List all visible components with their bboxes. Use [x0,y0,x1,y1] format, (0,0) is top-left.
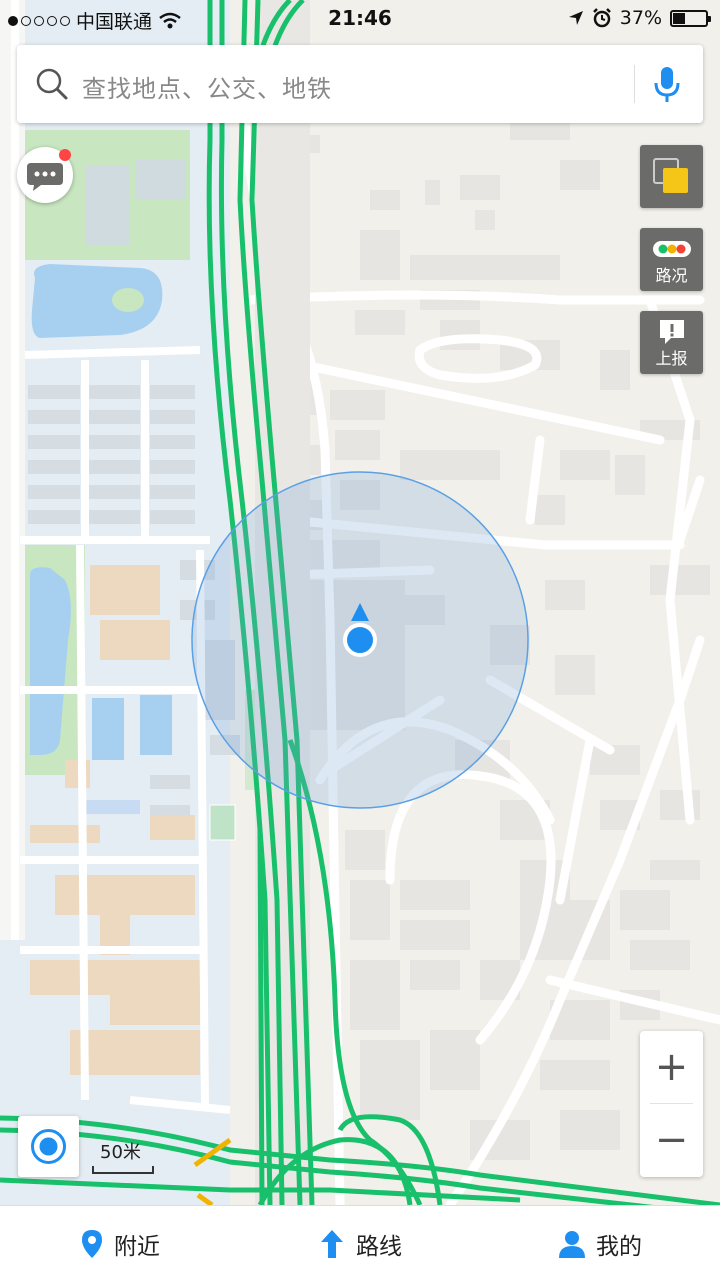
tab-route[interactable]: 路线 [318,1206,402,1281]
zoom-out-button[interactable]: − [640,1104,703,1176]
map-view[interactable] [0,0,720,1205]
notification-badge [59,149,71,161]
scale-ruler [92,1166,154,1174]
tab-mine[interactable]: 我的 [558,1206,642,1281]
traffic-button[interactable]: 路况 [640,228,703,291]
locate-me-button[interactable] [18,1116,79,1177]
divider [634,65,635,103]
layers-icon [653,158,688,193]
battery-level [673,12,685,24]
pool [140,695,172,755]
message-button[interactable] [17,147,73,203]
user-icon [559,1230,585,1258]
target-icon [31,1129,66,1164]
traffic-label: 路况 [655,266,688,285]
battery-percent: 37% [619,7,662,29]
layers-button[interactable] [640,145,703,208]
tab-route-label: 路线 [356,1233,402,1260]
zoom-control: + − [640,1031,703,1177]
scale-label: 50米 [100,1142,141,1163]
report-label: 上报 [655,349,688,368]
search-icon [36,68,68,100]
battery-icon [670,9,711,27]
tab-bar: 附近 路线 我的 [0,1205,720,1281]
tab-nearby[interactable]: 附近 [80,1206,160,1281]
search-input[interactable]: 查找地点、公交、地铁 [82,69,332,104]
location-arrow-icon [568,11,583,25]
tab-nearby-label: 附近 [114,1233,160,1260]
current-location-dot [343,623,377,657]
report-button[interactable]: 上报 [640,311,703,374]
pool [92,698,124,760]
tab-mine-label: 我的 [596,1233,642,1260]
route-arrow-icon [321,1229,343,1258]
traffic-light-icon [653,241,691,257]
zoom-in-button[interactable]: + [640,1031,703,1103]
location-pin-icon [82,1229,102,1258]
search-bar[interactable]: 查找地点、公交、地铁 [17,45,703,123]
scale-bar: 50米 [92,1138,154,1176]
report-icon [660,320,684,344]
status-bar: 中国联通 21:46 37% [0,0,720,40]
alarm-icon [592,8,611,28]
microphone-icon[interactable] [653,65,681,105]
